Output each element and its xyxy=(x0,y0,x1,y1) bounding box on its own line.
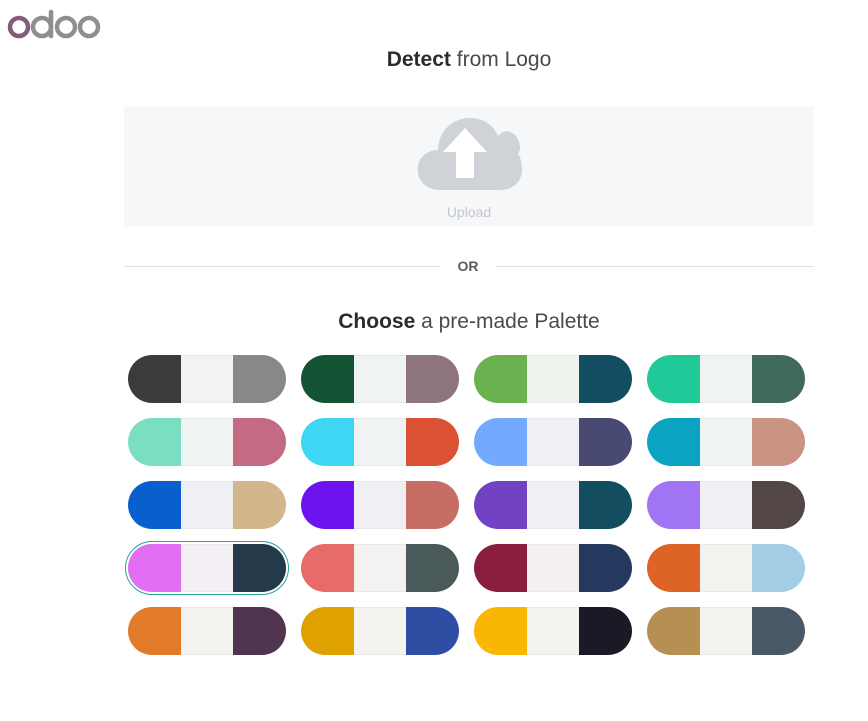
palette-color-swatch xyxy=(301,355,354,403)
palette-color-swatch xyxy=(180,355,234,403)
palette-color-swatch xyxy=(752,481,805,529)
palette-color-swatch xyxy=(474,418,527,466)
palette-option-5[interactable] xyxy=(128,418,286,466)
palette-color-swatch xyxy=(301,481,354,529)
palette-option-13[interactable] xyxy=(128,544,286,592)
palette-color-swatch xyxy=(180,607,234,655)
cloud-upload-icon xyxy=(417,118,522,190)
palette-option-6[interactable] xyxy=(301,418,459,466)
palette-color-swatch xyxy=(647,418,700,466)
choose-palette-title: Choose a pre-made Palette xyxy=(124,308,814,336)
palette-color-swatch xyxy=(406,418,459,466)
palette-option-20[interactable] xyxy=(647,607,805,655)
palette-color-swatch xyxy=(474,607,527,655)
palette-color-swatch xyxy=(406,544,459,592)
palette-option-12[interactable] xyxy=(647,481,805,529)
palette-option-19[interactable] xyxy=(474,607,632,655)
palette-color-swatch xyxy=(474,355,527,403)
palette-color-swatch xyxy=(233,544,286,592)
palette-color-swatch xyxy=(233,607,286,655)
palette-color-swatch xyxy=(752,544,805,592)
palette-option-16[interactable] xyxy=(647,544,805,592)
palette-color-swatch xyxy=(233,481,286,529)
palette-option-7[interactable] xyxy=(474,418,632,466)
palette-color-swatch xyxy=(579,481,632,529)
palette-color-swatch xyxy=(301,607,354,655)
palette-color-swatch xyxy=(180,418,234,466)
palette-color-swatch xyxy=(752,418,805,466)
upload-label: Upload xyxy=(446,204,492,220)
palette-color-swatch xyxy=(406,355,459,403)
palette-option-17[interactable] xyxy=(128,607,286,655)
palette-color-swatch xyxy=(579,355,632,403)
palette-option-8[interactable] xyxy=(647,418,805,466)
palette-color-swatch xyxy=(301,418,354,466)
palette-color-swatch xyxy=(406,607,459,655)
palette-color-swatch xyxy=(699,607,753,655)
detect-title-rest: from Logo xyxy=(450,48,552,71)
palette-option-3[interactable] xyxy=(474,355,632,403)
palette-color-swatch xyxy=(128,607,181,655)
palette-color-swatch xyxy=(526,355,580,403)
palette-color-swatch xyxy=(579,544,632,592)
palette-color-swatch xyxy=(647,481,700,529)
palette-color-swatch xyxy=(353,544,407,592)
palette-color-swatch xyxy=(699,418,753,466)
palette-color-swatch xyxy=(579,607,632,655)
palette-color-swatch xyxy=(233,418,286,466)
detect-title-strong: Detect xyxy=(386,48,451,71)
palette-color-swatch xyxy=(128,355,181,403)
palette-color-swatch xyxy=(699,544,753,592)
palette-color-swatch xyxy=(526,544,580,592)
or-divider-left xyxy=(124,266,440,267)
palette-color-swatch xyxy=(474,481,527,529)
palette-color-swatch xyxy=(128,418,181,466)
palette-option-10[interactable] xyxy=(301,481,459,529)
palette-option-15[interactable] xyxy=(474,544,632,592)
palette-color-swatch xyxy=(474,544,527,592)
palette-color-swatch xyxy=(128,481,181,529)
palette-color-swatch xyxy=(752,355,805,403)
palette-color-swatch xyxy=(353,481,407,529)
palette-color-swatch xyxy=(353,418,407,466)
palette-option-14[interactable] xyxy=(301,544,459,592)
palette-option-4[interactable] xyxy=(647,355,805,403)
palette-grid xyxy=(128,355,818,655)
palette-color-swatch xyxy=(526,607,580,655)
odoo-logo xyxy=(7,9,101,39)
palette-color-swatch xyxy=(406,481,459,529)
palette-option-2[interactable] xyxy=(301,355,459,403)
palette-option-18[interactable] xyxy=(301,607,459,655)
palette-color-swatch xyxy=(128,544,181,592)
palette-color-swatch xyxy=(579,418,632,466)
choose-title-strong: Choose xyxy=(338,310,416,333)
palette-color-swatch xyxy=(699,355,753,403)
palette-color-swatch xyxy=(647,544,700,592)
palette-color-swatch xyxy=(526,418,580,466)
palette-color-swatch xyxy=(526,481,580,529)
palette-color-swatch xyxy=(353,355,407,403)
choose-title-rest: a pre-made Palette xyxy=(415,310,600,333)
or-divider-right xyxy=(496,266,814,267)
palette-color-swatch xyxy=(699,481,753,529)
palette-option-1[interactable] xyxy=(128,355,286,403)
palette-option-9[interactable] xyxy=(128,481,286,529)
palette-color-swatch xyxy=(647,607,700,655)
palette-color-swatch xyxy=(180,481,234,529)
palette-color-swatch xyxy=(647,355,700,403)
palette-color-swatch xyxy=(752,607,805,655)
palette-option-11[interactable] xyxy=(474,481,632,529)
palette-color-swatch xyxy=(180,544,234,592)
detect-from-logo-title: Detect from Logo xyxy=(124,46,814,74)
palette-color-swatch xyxy=(301,544,354,592)
upload-logo-dropzone[interactable]: Upload xyxy=(124,106,814,226)
or-label: OR xyxy=(457,258,479,274)
palette-color-swatch xyxy=(353,607,407,655)
palette-color-swatch xyxy=(233,355,286,403)
